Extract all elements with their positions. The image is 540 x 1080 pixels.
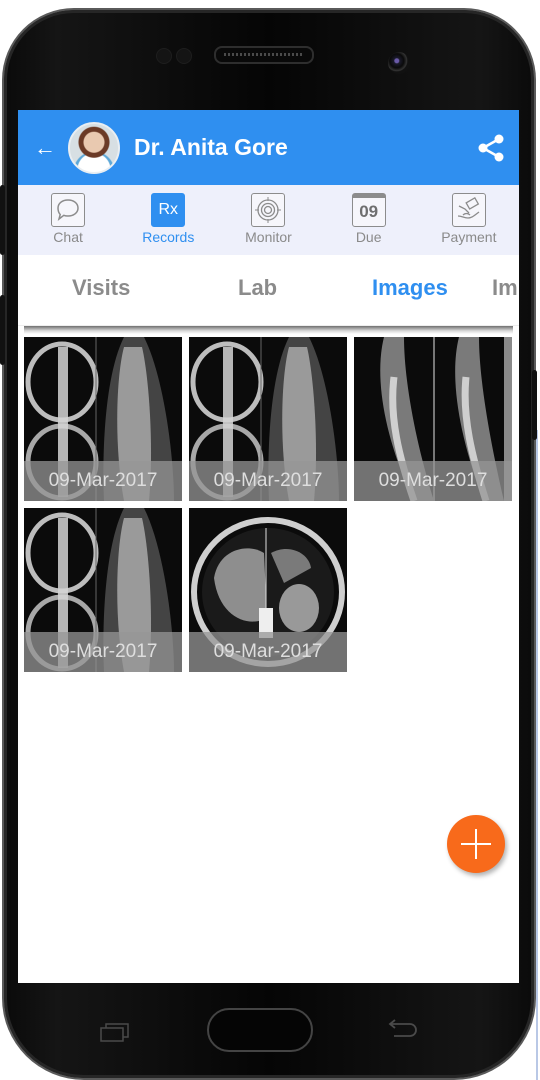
add-image-button[interactable] bbox=[447, 815, 505, 873]
rx-icon: Rx bbox=[151, 193, 186, 227]
payment-hand-icon bbox=[451, 193, 486, 227]
tab-more[interactable]: Im bbox=[492, 275, 518, 301]
arrow-left-icon[interactable]: ← bbox=[34, 136, 56, 159]
image-date: 09-Mar-2017 bbox=[354, 461, 512, 501]
image-thumbnail[interactable]: 09-Mar-2017 bbox=[189, 508, 347, 672]
feature-nav: Chat Rx Records Monitor 09 Due Payment bbox=[18, 185, 519, 255]
light-sensor bbox=[176, 48, 192, 64]
nav-label: Due bbox=[355, 229, 382, 245]
records-tabs: Visits Lab Images Im bbox=[18, 255, 519, 326]
nav-item-chat[interactable]: Chat bbox=[23, 193, 113, 245]
image-thumbnail[interactable]: 09-Mar-2017 bbox=[354, 337, 512, 501]
tab-lab[interactable]: Lab bbox=[238, 275, 277, 301]
power-button bbox=[532, 370, 537, 440]
calendar-icon: 09 bbox=[351, 193, 386, 227]
nav-label: Records bbox=[142, 229, 195, 245]
nav-label: Monitor bbox=[245, 229, 292, 245]
page-title: Dr. Anita Gore bbox=[134, 134, 288, 160]
proximity-sensor bbox=[156, 48, 172, 64]
image-date: 09-Mar-2017 bbox=[24, 632, 182, 672]
share-icon[interactable] bbox=[477, 134, 505, 162]
image-date: 09-Mar-2017 bbox=[189, 461, 347, 501]
target-icon bbox=[251, 193, 286, 227]
front-camera-icon bbox=[388, 52, 410, 74]
volume-down-button bbox=[0, 295, 5, 365]
tab-images[interactable]: Images bbox=[372, 275, 448, 301]
image-date: 09-Mar-2017 bbox=[189, 632, 347, 672]
image-thumbnail[interactable]: 09-Mar-2017 bbox=[189, 337, 347, 501]
tabs-shadow bbox=[24, 326, 513, 334]
back-icon[interactable] bbox=[386, 1018, 418, 1042]
chat-bubble-icon bbox=[51, 193, 86, 227]
nav-label: Chat bbox=[53, 229, 83, 245]
nav-label: Payment bbox=[441, 229, 497, 245]
nav-item-payment[interactable]: Payment bbox=[424, 193, 514, 245]
nav-item-due[interactable]: 09 Due bbox=[324, 193, 414, 245]
background-edge-line bbox=[536, 430, 538, 1080]
image-date: 09-Mar-2017 bbox=[24, 461, 182, 501]
recent-apps-icon[interactable] bbox=[100, 1022, 130, 1042]
image-thumbnail[interactable]: 09-Mar-2017 bbox=[24, 337, 182, 501]
nav-item-monitor[interactable]: Monitor bbox=[223, 193, 313, 245]
nav-item-records[interactable]: Rx Records bbox=[123, 193, 213, 245]
tab-visits[interactable]: Visits bbox=[72, 275, 130, 301]
doctor-avatar[interactable] bbox=[68, 121, 120, 174]
home-button[interactable] bbox=[207, 1008, 313, 1052]
image-thumbnail[interactable]: 09-Mar-2017 bbox=[24, 508, 182, 672]
volume-up-button bbox=[0, 185, 5, 255]
earpiece-speaker bbox=[214, 46, 314, 64]
app-bar: ← Dr. Anita Gore bbox=[18, 110, 519, 185]
app-screen: ← Dr. Anita Gore Chat Rx Records Monitor… bbox=[18, 110, 519, 983]
